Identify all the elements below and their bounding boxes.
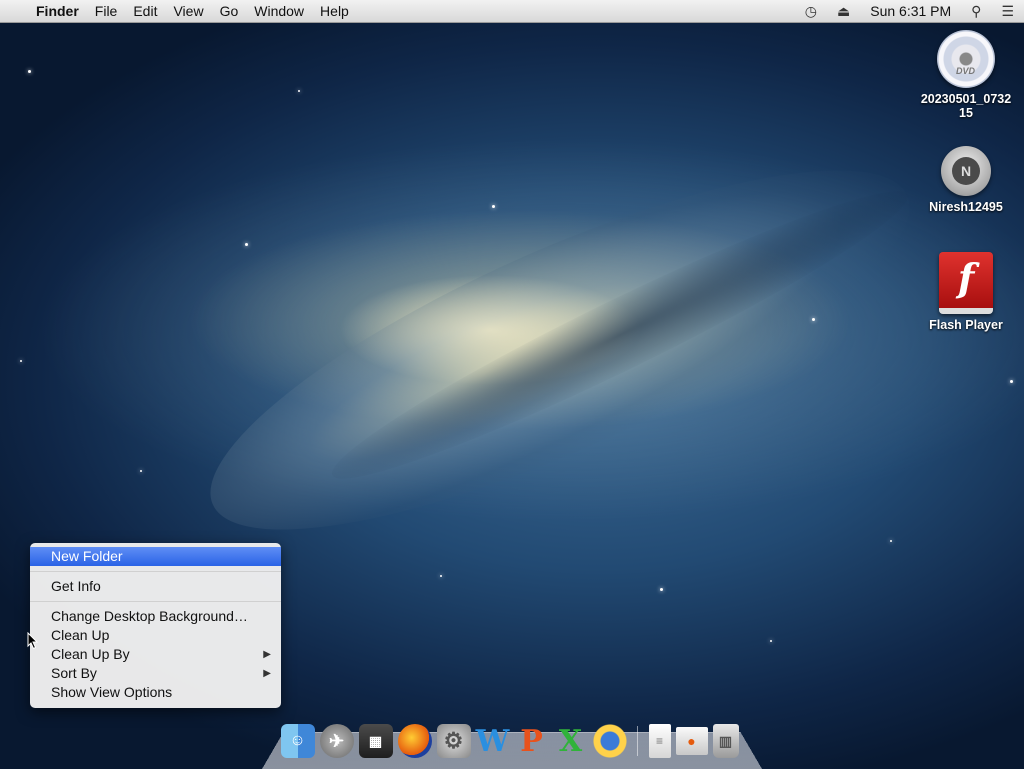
- context-menu-item-change-desktop-background[interactable]: Change Desktop Background…: [30, 607, 281, 626]
- context-menu-item-get-info[interactable]: Get Info: [30, 577, 281, 596]
- flash-player-icon: f: [939, 252, 993, 314]
- spotlight-icon[interactable]: ⚲: [961, 3, 991, 20]
- notification-center-icon[interactable]: ☰: [991, 3, 1024, 20]
- star: [1010, 380, 1013, 383]
- mouse-cursor-icon: [27, 632, 39, 650]
- dashboard-icon[interactable]: ▦: [358, 724, 393, 758]
- desktop-icon-flash-player[interactable]: f Flash Player: [918, 252, 1014, 332]
- menu-go[interactable]: Go: [212, 0, 247, 22]
- menu-help[interactable]: Help: [312, 0, 357, 22]
- system-preferences-icon[interactable]: ⚙: [436, 724, 471, 758]
- powerpoint-icon[interactable]: P: [515, 724, 549, 759]
- star: [492, 205, 495, 208]
- context-menu-item-clean-up-by[interactable]: Clean Up By ▶: [30, 645, 281, 664]
- context-menu-item-show-view-options[interactable]: Show View Options: [30, 683, 281, 702]
- excel-icon[interactable]: X: [554, 724, 588, 759]
- firefox-icon[interactable]: [397, 724, 432, 758]
- star: [245, 243, 248, 246]
- star: [28, 70, 31, 73]
- desktop[interactable]: { "menubar": { "apple_icon": "", "app_na…: [0, 0, 1024, 769]
- time-machine-icon[interactable]: ◷: [795, 3, 827, 20]
- desktop-icon-dvd[interactable]: DVD 20230501_073215: [918, 30, 1014, 120]
- desktop-icon-label: Flash Player: [929, 318, 1003, 332]
- star: [440, 575, 442, 577]
- context-menu-separator: [30, 601, 281, 602]
- document-icon[interactable]: ≡: [648, 724, 671, 758]
- star: [812, 318, 815, 321]
- context-menu-item-sort-by[interactable]: Sort By ▶: [30, 664, 281, 683]
- context-menu-item-new-folder[interactable]: New Folder: [30, 547, 281, 566]
- menu-view[interactable]: View: [165, 0, 211, 22]
- menu-window[interactable]: Window: [246, 0, 312, 22]
- context-menu-item-label: Clean Up By: [51, 646, 130, 662]
- menu-bar: Finder File Edit View Go Window Help ◷ ⏏…: [0, 0, 1024, 23]
- star: [660, 588, 663, 591]
- desktop-icon-label: Niresh12495: [929, 200, 1003, 214]
- dvd-disc-icon: DVD: [937, 30, 995, 88]
- finder-icon[interactable]: ☺: [280, 724, 315, 758]
- menu-bar-clock[interactable]: Sun 6:31 PM: [860, 3, 961, 19]
- dock: ☺ ✈ ▦ ⚙ W P X ≡ ● ▥: [278, 722, 741, 760]
- desktop-icon-label: 20230501_073215: [920, 92, 1012, 120]
- submenu-arrow-icon: ▶: [263, 668, 271, 679]
- trash-icon[interactable]: ▥: [712, 724, 739, 758]
- menu-bar-status-area: ◷ ⏏ Sun 6:31 PM ⚲ ☰: [795, 0, 1024, 22]
- context-menu-separator: [30, 571, 281, 572]
- window-preview-icon[interactable]: ●: [675, 727, 708, 755]
- star: [298, 90, 300, 92]
- word-icon[interactable]: W: [476, 724, 510, 759]
- context-menu-item-label: Sort By: [51, 665, 97, 681]
- submenu-arrow-icon: ▶: [263, 649, 271, 660]
- menu-edit[interactable]: Edit: [125, 0, 165, 22]
- context-menu-item-clean-up[interactable]: Clean Up: [30, 626, 281, 645]
- launchpad-icon[interactable]: ✈: [319, 724, 354, 758]
- sun-app-icon[interactable]: [592, 724, 627, 758]
- desktop-icon-user-disk[interactable]: N Niresh12495: [918, 146, 1014, 214]
- eject-icon[interactable]: ⏏: [827, 3, 860, 20]
- user-disk-icon: N: [941, 146, 991, 196]
- star: [770, 640, 772, 642]
- menu-app-finder[interactable]: Finder: [28, 0, 87, 22]
- desktop-context-menu: New Folder Get Info Change Desktop Backg…: [30, 543, 281, 708]
- star: [20, 360, 22, 362]
- star: [890, 540, 892, 542]
- menu-file[interactable]: File: [87, 0, 126, 22]
- star: [140, 470, 142, 472]
- dock-divider: [637, 726, 638, 756]
